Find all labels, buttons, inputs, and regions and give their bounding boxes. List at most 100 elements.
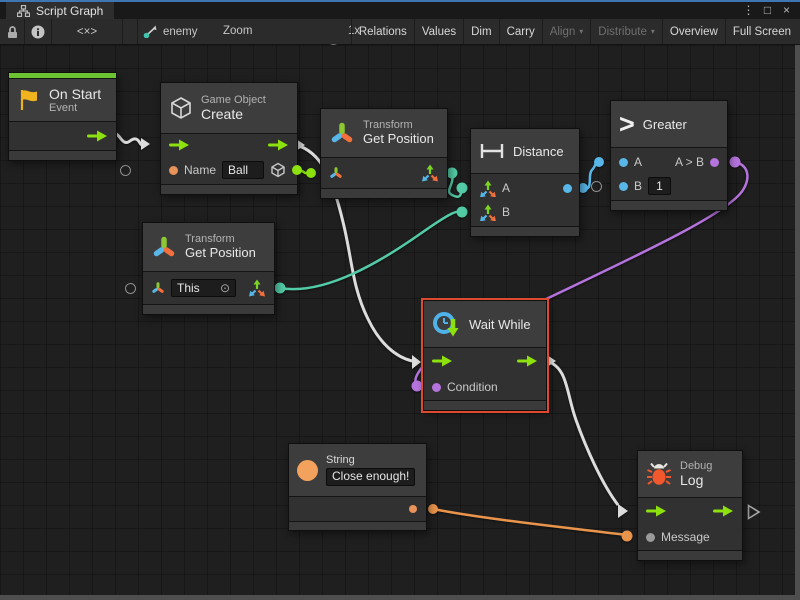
node-greater[interactable]: > Greater A A > B B 1 bbox=[610, 100, 728, 211]
toolbar-button-distribute[interactable]: Distribute▾ bbox=[590, 19, 662, 44]
condition-port-row: Condition bbox=[424, 374, 546, 400]
node-title: Log bbox=[680, 472, 712, 488]
toolbar-button-align[interactable]: Align▾ bbox=[542, 19, 591, 44]
node-title: Get Position bbox=[363, 132, 434, 147]
float-in-port[interactable] bbox=[619, 182, 628, 191]
node-footer bbox=[638, 551, 742, 560]
flow-out-port[interactable] bbox=[87, 130, 108, 142]
node-get-position-a[interactable]: Transform Get Position bbox=[320, 108, 448, 199]
toolbar-button-dim[interactable]: Dim bbox=[463, 19, 498, 44]
port-row-a: A bbox=[471, 176, 579, 200]
port-label: Name bbox=[184, 163, 216, 177]
node-footer bbox=[289, 522, 426, 530]
window-edge-right[interactable] bbox=[795, 45, 800, 600]
maximize-button[interactable]: □ bbox=[758, 2, 777, 19]
port-row: This ⊙ bbox=[143, 272, 274, 304]
node-distance[interactable]: Distance A B bbox=[470, 128, 580, 237]
node-footer bbox=[9, 151, 116, 160]
node-header: Debug Log bbox=[638, 451, 742, 497]
lock-button[interactable] bbox=[0, 19, 25, 44]
string-out-port[interactable] bbox=[409, 505, 417, 513]
toolbar-button-carry[interactable]: Carry bbox=[499, 19, 542, 44]
node-title: Greater bbox=[643, 117, 687, 132]
vector3-out-port[interactable] bbox=[421, 164, 439, 182]
port-label: B bbox=[634, 179, 642, 193]
unconnected-port-circle[interactable] bbox=[120, 165, 131, 176]
unconnected-flow-triangle[interactable] bbox=[747, 504, 761, 520]
float-out-port[interactable] bbox=[563, 184, 572, 193]
gameobject-out-port[interactable] bbox=[292, 165, 302, 175]
flow-out-port[interactable] bbox=[517, 355, 538, 367]
inspect-button[interactable] bbox=[25, 19, 52, 44]
node-header: On Start Event bbox=[9, 79, 116, 121]
node-title: Get Position bbox=[185, 246, 256, 261]
transform-icon bbox=[329, 120, 355, 146]
distance-icon bbox=[479, 143, 505, 159]
unconnected-port-circle[interactable] bbox=[125, 283, 136, 294]
toolbar-button-values[interactable]: Values bbox=[414, 19, 463, 44]
dropdown-caret-icon: ▾ bbox=[579, 27, 583, 36]
close-button[interactable]: × bbox=[777, 2, 796, 19]
tab-script-graph[interactable]: Script Graph bbox=[6, 2, 114, 19]
flow-in-port[interactable] bbox=[169, 139, 190, 151]
port-row-b: B 1 bbox=[611, 174, 727, 198]
float-in-port[interactable] bbox=[619, 158, 628, 167]
lock-icon bbox=[6, 25, 19, 39]
flow-in-port[interactable] bbox=[646, 505, 667, 517]
port-label: Condition bbox=[447, 380, 498, 394]
vector3-in-port[interactable] bbox=[479, 180, 496, 197]
bug-icon bbox=[646, 462, 672, 486]
node-title: On Start bbox=[49, 86, 101, 102]
graph-breadcrumb[interactable]: enemy bbox=[143, 19, 198, 44]
flow-out-port[interactable] bbox=[713, 505, 734, 517]
graph-name: enemy bbox=[163, 26, 198, 38]
string-value-field[interactable]: Close enough! bbox=[326, 468, 415, 486]
vector3-in-port[interactable] bbox=[479, 204, 496, 221]
port-row bbox=[321, 158, 447, 188]
target-value-field[interactable]: This ⊙ bbox=[171, 279, 236, 297]
transform-in-port[interactable] bbox=[151, 281, 165, 295]
message-in-port[interactable] bbox=[646, 533, 655, 542]
node-get-position-b[interactable]: Transform Get Position This ⊙ bbox=[142, 222, 275, 315]
unconnected-port-circle[interactable] bbox=[591, 181, 602, 192]
node-create[interactable]: Game Object Create Name Ball bbox=[160, 82, 298, 195]
flow-in-port[interactable] bbox=[432, 355, 453, 367]
tab-bar: Script Graph ⋮ □ × bbox=[0, 2, 800, 19]
node-debug-log[interactable]: Debug Log Message bbox=[637, 450, 743, 561]
code-view-button[interactable]: <×> bbox=[52, 19, 123, 44]
node-header: String Close enough! bbox=[289, 444, 426, 496]
node-header: Wait While bbox=[424, 301, 546, 347]
node-on-start[interactable]: On Start Event bbox=[8, 72, 117, 161]
toolbar-button-overview[interactable]: Overview bbox=[662, 19, 725, 44]
tab-title: Script Graph bbox=[36, 4, 103, 18]
port-row-a: A A > B bbox=[611, 150, 727, 174]
node-footer bbox=[424, 401, 546, 410]
toolbar-button-relations[interactable]: Relations bbox=[351, 19, 414, 44]
flow-port-row bbox=[9, 122, 116, 150]
node-string[interactable]: String Close enough! bbox=[288, 443, 427, 531]
b-value-field[interactable]: 1 bbox=[648, 177, 671, 195]
message-port-row: Message bbox=[638, 524, 742, 550]
name-value-field[interactable]: Ball bbox=[222, 161, 264, 179]
node-title: Distance bbox=[513, 144, 564, 159]
graph-asset-icon bbox=[143, 25, 157, 38]
string-port[interactable] bbox=[169, 166, 178, 175]
vector3-out-port[interactable] bbox=[248, 279, 266, 297]
bool-in-port[interactable] bbox=[432, 383, 441, 392]
toolbar-buttons: Relations Values Dim Carry Align▾ Distri… bbox=[351, 19, 798, 44]
window-menu-button[interactable]: ⋮ bbox=[739, 2, 758, 19]
flow-out-port[interactable] bbox=[268, 139, 289, 151]
node-footer bbox=[143, 305, 274, 314]
node-header: Game Object Create bbox=[161, 83, 297, 133]
window-edge-bottom[interactable] bbox=[0, 595, 800, 600]
bool-out-port[interactable] bbox=[710, 158, 719, 167]
info-icon bbox=[31, 25, 45, 39]
cube-icon bbox=[270, 162, 286, 178]
node-footer bbox=[611, 201, 727, 210]
transform-in-port[interactable] bbox=[329, 166, 343, 180]
object-picker-icon[interactable]: ⊙ bbox=[220, 281, 230, 295]
node-wait-while[interactable]: Wait While Condition bbox=[423, 300, 547, 411]
toolbar-button-fullscreen[interactable]: Full Screen bbox=[725, 19, 798, 44]
string-icon bbox=[297, 460, 318, 481]
port-label: B bbox=[502, 205, 510, 219]
